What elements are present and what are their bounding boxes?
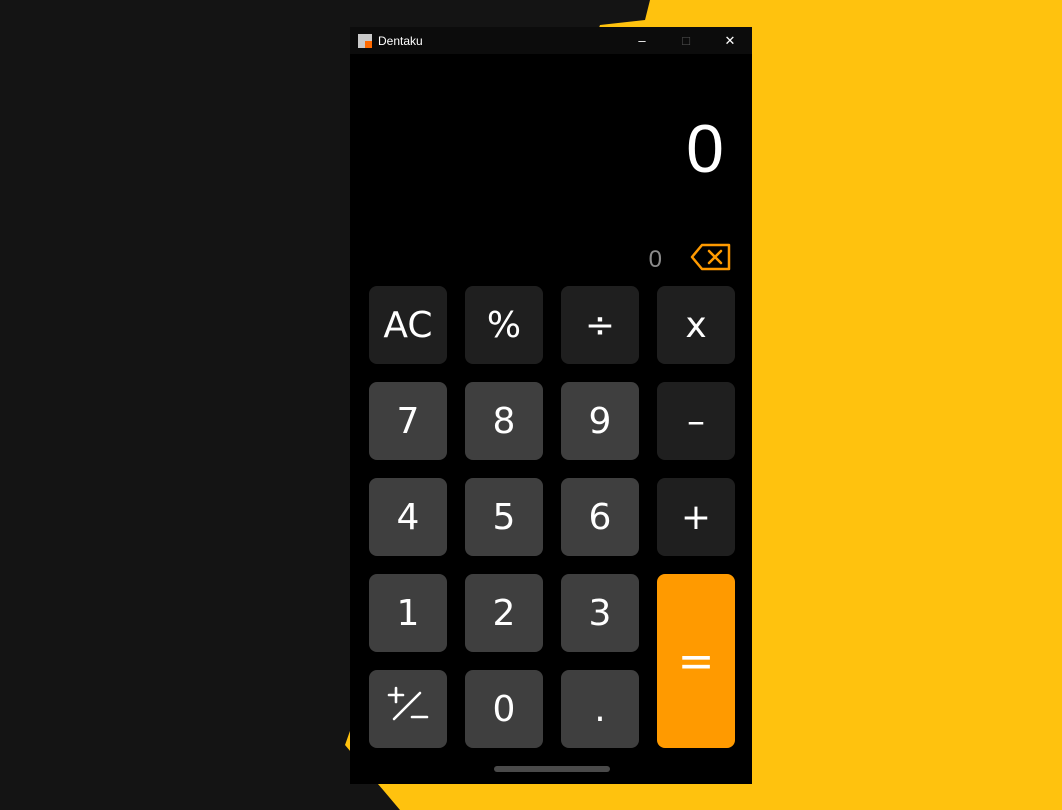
- backspace-icon[interactable]: [690, 243, 732, 271]
- decimal-button[interactable]: .: [561, 670, 639, 748]
- digit-5-button[interactable]: 5: [465, 478, 543, 556]
- maximize-button[interactable]: □: [664, 27, 708, 54]
- digit-1-button[interactable]: 1: [369, 574, 447, 652]
- clear-button[interactable]: AC: [369, 286, 447, 364]
- digit-9-button[interactable]: 9: [561, 382, 639, 460]
- digit-0-button[interactable]: 0: [465, 670, 543, 748]
- calculator-window: Dentaku – □ ✕ 0 0 AC % ÷ x 7 8 9 – 4 5 6…: [350, 27, 752, 784]
- minus-button[interactable]: –: [657, 382, 735, 460]
- multiply-button[interactable]: x: [657, 286, 735, 364]
- equals-button[interactable]: =: [657, 574, 735, 748]
- digit-4-button[interactable]: 4: [369, 478, 447, 556]
- digit-7-button[interactable]: 7: [369, 382, 447, 460]
- dentaku-app-icon: [358, 33, 372, 48]
- digit-6-button[interactable]: 6: [561, 478, 639, 556]
- digit-2-button[interactable]: 2: [465, 574, 543, 652]
- window-title: Dentaku: [378, 33, 423, 48]
- percent-button[interactable]: %: [465, 286, 543, 364]
- divide-button[interactable]: ÷: [561, 286, 639, 364]
- result-display: 0: [686, 111, 724, 187]
- plus-minus-icon: [386, 685, 430, 734]
- digit-3-button[interactable]: 3: [561, 574, 639, 652]
- history-display: 0: [648, 246, 662, 273]
- digit-8-button[interactable]: 8: [465, 382, 543, 460]
- home-indicator: [494, 766, 610, 772]
- plus-button[interactable]: +: [657, 478, 735, 556]
- plus-minus-button[interactable]: [369, 670, 447, 748]
- minimize-button[interactable]: –: [620, 27, 664, 54]
- title-bar[interactable]: Dentaku – □ ✕: [350, 27, 752, 54]
- close-button[interactable]: ✕: [708, 27, 752, 54]
